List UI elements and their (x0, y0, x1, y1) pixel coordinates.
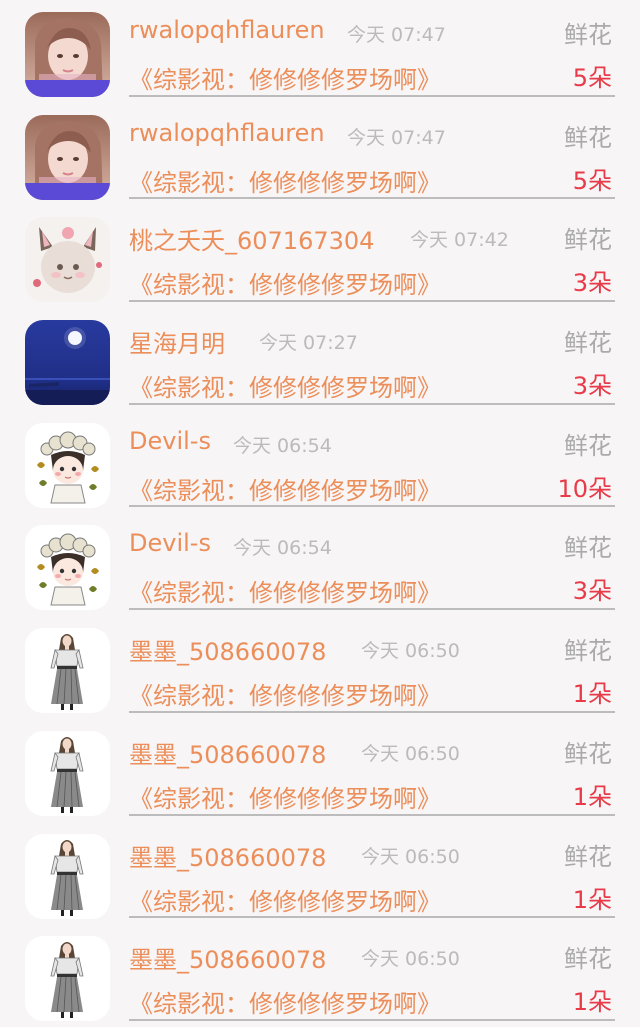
username[interactable]: 墨墨_508660078 (129, 940, 326, 975)
user-avatar[interactable] (25, 12, 110, 97)
user-avatar[interactable] (25, 525, 110, 611)
work-title-link[interactable]: 《综影视：修修修修罗场啊》 (129, 368, 441, 403)
timestamp: 今天 07:47 (347, 126, 446, 149)
user-avatar[interactable] (25, 628, 110, 714)
work-title-link[interactable]: 《综影视：修修修修罗场啊》 (129, 471, 441, 506)
gift-type: 鲜花 (564, 431, 612, 460)
timestamp: 今天 06:50 (361, 948, 460, 971)
row-divider (129, 505, 615, 508)
row-divider (129, 402, 615, 405)
timestamp: 今天 06:54 (233, 537, 332, 560)
gift-record-row[interactable]: 墨墨_508660078 今天 06:50 鲜花 《综影视：修修修修罗场啊》 1… (0, 822, 640, 925)
gift-count: 5朵 (572, 166, 612, 195)
user-avatar[interactable] (25, 114, 110, 200)
work-title-link[interactable]: 《综影视：修修修修罗场啊》 (129, 265, 441, 300)
row-divider (129, 916, 615, 919)
gift-count: 3朵 (572, 269, 612, 298)
cartoon-girl-avatar-image (25, 422, 110, 508)
username[interactable]: Devil-s (129, 529, 211, 557)
username[interactable]: Devil-s (129, 427, 211, 455)
girl-photo-avatar-image (25, 114, 110, 200)
gift-type: 鲜花 (564, 842, 612, 871)
username[interactable]: 墨墨_508660078 (129, 632, 326, 667)
timestamp: 今天 07:27 (259, 332, 358, 355)
cartoon-girl-avatar-image (25, 525, 110, 611)
gift-record-row[interactable]: 星海月明 今天 07:27 鲜花 《综影视：修修修修罗场啊》 3朵 (0, 308, 640, 411)
row-divider (129, 710, 615, 713)
username[interactable]: 桃之夭夭_607167304 (129, 221, 374, 256)
gift-count: 1朵 (572, 885, 612, 914)
user-avatar[interactable] (25, 217, 110, 303)
girl-photo-avatar-image (25, 12, 110, 97)
cat-ear-baby-avatar-image (25, 217, 110, 303)
gift-type: 鲜花 (564, 123, 612, 152)
gift-count: 5朵 (572, 64, 612, 92)
fashion-figure-avatar-image (25, 730, 110, 816)
work-title-link[interactable]: 《综影视：修修修修罗场啊》 (129, 882, 441, 917)
gift-record-row[interactable]: 墨墨_508660078 今天 06:50 鲜花 《综影视：修修修修罗场啊》 1… (0, 719, 640, 822)
user-avatar[interactable] (25, 833, 110, 919)
work-title-link[interactable]: 《综影视：修修修修罗场啊》 (129, 779, 441, 814)
timestamp: 今天 06:50 (361, 845, 460, 868)
work-title-link[interactable]: 《综影视：修修修修罗场啊》 (129, 984, 441, 1019)
gift-count: 1朵 (572, 988, 612, 1017)
gift-type: 鲜花 (564, 739, 612, 768)
gift-record-row[interactable]: 墨墨_508660078 今天 06:50 鲜花 《综影视：修修修修罗场啊》 1… (0, 924, 640, 1027)
row-divider (129, 1018, 615, 1021)
work-title-link[interactable]: 《综影视：修修修修罗场啊》 (129, 676, 441, 711)
night-moon-avatar-image (25, 320, 110, 406)
gift-type: 鲜花 (564, 534, 612, 563)
timestamp: 今天 07:42 (410, 229, 509, 252)
gift-type: 鲜花 (564, 21, 612, 49)
user-avatar[interactable] (25, 320, 110, 406)
timestamp: 今天 06:50 (361, 742, 460, 765)
row-divider (129, 300, 615, 303)
gift-record-list: rwalopqhflauren 今天 07:47 鲜花 《综影视：修修修修罗场啊… (0, 0, 640, 1027)
gift-record-row[interactable]: rwalopqhflauren 今天 07:47 鲜花 《综影视：修修修修罗场啊… (0, 0, 640, 103)
gift-count: 3朵 (572, 372, 612, 401)
gift-count: 3朵 (572, 577, 612, 606)
timestamp: 今天 07:47 (347, 24, 446, 46)
username[interactable]: 墨墨_508660078 (129, 838, 326, 873)
gift-count: 1朵 (572, 680, 612, 709)
fashion-figure-avatar-image (25, 628, 110, 714)
fashion-figure-avatar-image (25, 936, 110, 1022)
gift-record-row[interactable]: Devil-s 今天 06:54 鲜花 《综影视：修修修修罗场啊》 10朵 (0, 411, 640, 514)
row-divider (129, 813, 615, 816)
gift-record-row[interactable]: Devil-s 今天 06:54 鲜花 《综影视：修修修修罗场啊》 3朵 (0, 513, 640, 616)
gift-count: 10朵 (557, 474, 612, 503)
row-divider (129, 197, 615, 200)
gift-record-row[interactable]: rwalopqhflauren 今天 07:47 鲜花 《综影视：修修修修罗场啊… (0, 103, 640, 206)
username[interactable]: 星海月明 (129, 324, 225, 359)
username[interactable]: rwalopqhflauren (129, 16, 325, 44)
username[interactable]: rwalopqhflauren (129, 119, 325, 147)
gift-record-row[interactable]: 墨墨_508660078 今天 06:50 鲜花 《综影视：修修修修罗场啊》 1… (0, 616, 640, 719)
work-title-link[interactable]: 《综影视：修修修修罗场啊》 (129, 573, 441, 608)
work-title-link[interactable]: 《综影视：修修修修罗场啊》 (129, 60, 441, 95)
user-avatar[interactable] (25, 936, 110, 1022)
user-avatar[interactable] (25, 730, 110, 816)
row-divider (129, 94, 615, 97)
gift-type: 鲜花 (564, 945, 612, 974)
gift-type: 鲜花 (564, 329, 612, 358)
work-title-link[interactable]: 《综影视：修修修修罗场啊》 (129, 163, 441, 198)
fashion-figure-avatar-image (25, 833, 110, 919)
timestamp: 今天 06:50 (361, 640, 460, 663)
gift-record-row[interactable]: 桃之夭夭_607167304 今天 07:42 鲜花 《综影视：修修修修罗场啊》… (0, 205, 640, 308)
row-divider (129, 608, 615, 611)
username[interactable]: 墨墨_508660078 (129, 735, 326, 770)
user-avatar[interactable] (25, 422, 110, 508)
gift-type: 鲜花 (564, 637, 612, 666)
gift-type: 鲜花 (564, 226, 612, 255)
gift-count: 1朵 (572, 782, 612, 811)
timestamp: 今天 06:54 (233, 434, 332, 457)
